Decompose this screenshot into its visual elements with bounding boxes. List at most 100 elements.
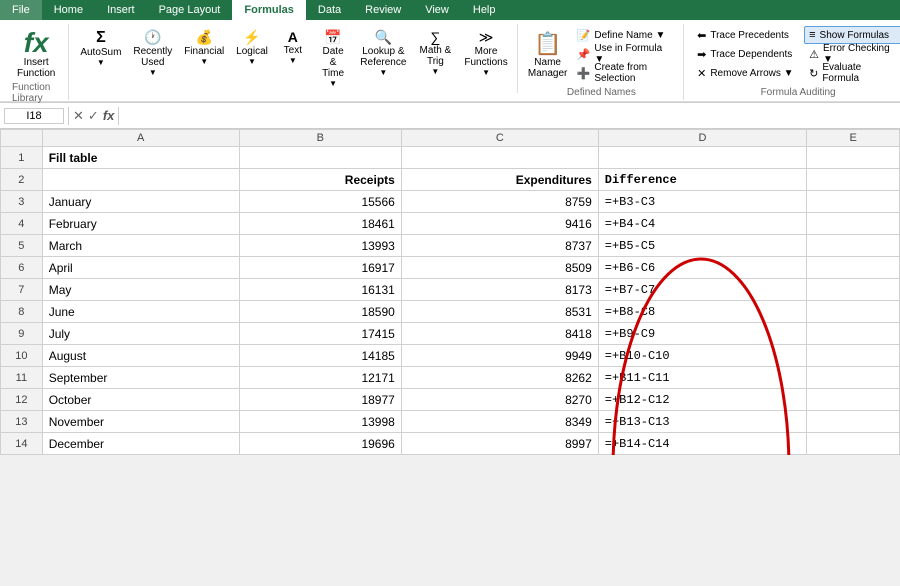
row-header-6[interactable]: 6 xyxy=(1,257,43,279)
cell-e14[interactable] xyxy=(807,433,900,455)
cell-e12[interactable] xyxy=(807,389,900,411)
tab-review[interactable]: Review xyxy=(353,0,413,20)
tab-page-layout[interactable]: Page Layout xyxy=(147,0,233,20)
cell-e4[interactable] xyxy=(807,213,900,235)
cell-d14[interactable]: =+B14-C14 xyxy=(598,433,807,455)
cell-c11[interactable]: 8262 xyxy=(401,367,598,389)
cancel-formula-icon[interactable]: ✕ xyxy=(73,108,84,124)
row-header-1[interactable]: 1 xyxy=(1,147,43,169)
cell-e5[interactable] xyxy=(807,235,900,257)
recently-used-button[interactable]: 🕐 RecentlyUsed ▼ xyxy=(128,26,177,80)
use-in-formula-button[interactable]: 📌 Use in Formula ▼ xyxy=(572,45,677,63)
cell-d10[interactable]: =+B10-C10 xyxy=(598,345,807,367)
col-header-b[interactable]: B xyxy=(239,130,401,147)
cell-e1[interactable] xyxy=(807,147,900,169)
create-from-selection-button[interactable]: ➕ Create from Selection xyxy=(572,64,677,82)
cell-c8[interactable]: 8531 xyxy=(401,301,598,323)
tab-insert[interactable]: Insert xyxy=(95,0,147,20)
row-header-2[interactable]: 2 xyxy=(1,169,43,191)
logical-button[interactable]: ⚡ Logical ▼ xyxy=(231,26,273,69)
cell-b12[interactable]: 18977 xyxy=(239,389,401,411)
cell-e2[interactable] xyxy=(807,169,900,191)
row-header-13[interactable]: 13 xyxy=(1,411,43,433)
cell-e10[interactable] xyxy=(807,345,900,367)
cell-b4[interactable]: 18461 xyxy=(239,213,401,235)
tab-formulas[interactable]: Formulas xyxy=(232,0,306,20)
cell-c10[interactable]: 9949 xyxy=(401,345,598,367)
cell-a14[interactable]: December xyxy=(42,433,239,455)
cell-b3[interactable]: 15566 xyxy=(239,191,401,213)
cell-a2[interactable] xyxy=(42,169,239,191)
text-button[interactable]: A Text ▼ xyxy=(275,26,311,68)
cell-a5[interactable]: March xyxy=(42,235,239,257)
cell-b1[interactable] xyxy=(239,147,401,169)
cell-e11[interactable] xyxy=(807,367,900,389)
cell-d5[interactable]: =+B5-C5 xyxy=(598,235,807,257)
row-header-12[interactable]: 12 xyxy=(1,389,43,411)
cell-reference-box[interactable] xyxy=(4,108,64,124)
cell-a7[interactable]: May xyxy=(42,279,239,301)
remove-arrows-button[interactable]: ✕ Remove Arrows ▼ xyxy=(692,64,802,82)
confirm-formula-icon[interactable]: ✓ xyxy=(88,108,99,124)
lookup-reference-button[interactable]: 🔍 Lookup &Reference ▼ xyxy=(355,26,411,80)
row-header-11[interactable]: 11 xyxy=(1,367,43,389)
cell-e7[interactable] xyxy=(807,279,900,301)
tab-data[interactable]: Data xyxy=(306,0,353,20)
cell-c3[interactable]: 8759 xyxy=(401,191,598,213)
cell-d13[interactable]: =+B13-C13 xyxy=(598,411,807,433)
cell-d4[interactable]: =+B4-C4 xyxy=(598,213,807,235)
trace-dependents-button[interactable]: ➡ Trace Dependents xyxy=(692,45,802,63)
col-header-d[interactable]: D xyxy=(598,130,807,147)
cell-a8[interactable]: June xyxy=(42,301,239,323)
row-header-7[interactable]: 7 xyxy=(1,279,43,301)
tab-file[interactable]: File xyxy=(0,0,42,20)
formula-input[interactable] xyxy=(123,108,896,124)
cell-c13[interactable]: 8349 xyxy=(401,411,598,433)
evaluate-formula-button[interactable]: ↻ Evaluate Formula xyxy=(804,64,900,82)
cell-d2[interactable]: Difference xyxy=(598,169,807,191)
cell-b5[interactable]: 13993 xyxy=(239,235,401,257)
insert-function-button[interactable]: fx InsertFunction xyxy=(12,26,60,82)
cell-d3[interactable]: =+B3-C3 xyxy=(598,191,807,213)
cell-e8[interactable] xyxy=(807,301,900,323)
cell-b7[interactable]: 16131 xyxy=(239,279,401,301)
col-header-c[interactable]: C xyxy=(401,130,598,147)
cell-d11[interactable]: =+B11-C11 xyxy=(598,367,807,389)
cell-e9[interactable] xyxy=(807,323,900,345)
error-checking-button[interactable]: ⚠ Error Checking ▼ xyxy=(804,45,900,63)
cell-a9[interactable]: July xyxy=(42,323,239,345)
cell-b11[interactable]: 12171 xyxy=(239,367,401,389)
cell-d6[interactable]: =+B6-C6 xyxy=(598,257,807,279)
tab-help[interactable]: Help xyxy=(461,0,508,20)
cell-d1[interactable] xyxy=(598,147,807,169)
cell-c4[interactable]: 9416 xyxy=(401,213,598,235)
cell-c12[interactable]: 8270 xyxy=(401,389,598,411)
cell-b2[interactable]: Receipts xyxy=(239,169,401,191)
name-manager-button[interactable]: 📋 NameManager xyxy=(526,26,570,84)
define-name-button[interactable]: 📝 Define Name ▼ xyxy=(572,26,677,44)
row-header-3[interactable]: 3 xyxy=(1,191,43,213)
cell-a3[interactable]: January xyxy=(42,191,239,213)
cell-a12[interactable]: October xyxy=(42,389,239,411)
autosum-button[interactable]: Σ AutoSum ▼ xyxy=(75,26,126,70)
col-header-a[interactable]: A xyxy=(42,130,239,147)
cell-c5[interactable]: 8737 xyxy=(401,235,598,257)
cell-a1[interactable]: Fill table xyxy=(42,147,239,169)
row-header-9[interactable]: 9 xyxy=(1,323,43,345)
cell-b13[interactable]: 13998 xyxy=(239,411,401,433)
math-trig-button[interactable]: ∑ Math &Trig ▼ xyxy=(413,26,457,79)
date-time-button[interactable]: 📅 Date &Time ▼ xyxy=(313,26,354,91)
row-header-4[interactable]: 4 xyxy=(1,213,43,235)
cell-d12[interactable]: =+B12-C12 xyxy=(598,389,807,411)
cell-b6[interactable]: 16917 xyxy=(239,257,401,279)
cell-d7[interactable]: =+B7-C7 xyxy=(598,279,807,301)
row-header-10[interactable]: 10 xyxy=(1,345,43,367)
tab-home[interactable]: Home xyxy=(42,0,95,20)
cell-d8[interactable]: =+B8-C8 xyxy=(598,301,807,323)
cell-c14[interactable]: 8997 xyxy=(401,433,598,455)
trace-precedents-button[interactable]: ⬅ Trace Precedents xyxy=(692,26,802,44)
cell-c1[interactable] xyxy=(401,147,598,169)
cell-c9[interactable]: 8418 xyxy=(401,323,598,345)
row-header-5[interactable]: 5 xyxy=(1,235,43,257)
col-header-e[interactable]: E xyxy=(807,130,900,147)
